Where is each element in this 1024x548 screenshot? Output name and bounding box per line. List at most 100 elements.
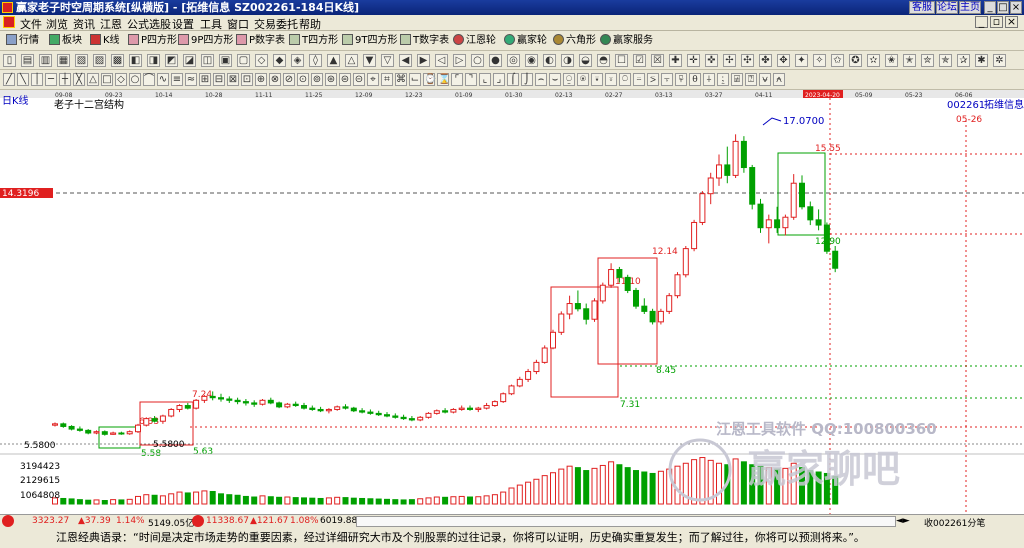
chart-area[interactable]: 09-08 09-23 10-14 10-28 11-11 11-25 12-09 12-23…	[0, 90, 1024, 514]
9p-square-button[interactable]: 9P四方形	[178, 34, 233, 48]
tool-icon-55[interactable]: ✱	[975, 54, 988, 67]
tool-icon-47[interactable]: ✩	[831, 54, 844, 67]
draw-tool-icon-42[interactable]: ⍟	[577, 73, 589, 86]
tool-icon-10[interactable]: ◩	[165, 54, 178, 67]
tool-icon-39[interactable]: ✛	[687, 54, 700, 67]
maximize-icon[interactable]: □	[997, 1, 1009, 14]
tool-icon-28[interactable]: ●	[489, 54, 502, 67]
tool-icon-37[interactable]: ☒	[651, 54, 664, 67]
kline-chart[interactable]: 09-08 09-23 10-14 10-28 11-11 11-25 12-09 12-23…	[0, 90, 1024, 514]
draw-tool-icon-49[interactable]: ⍫	[675, 73, 687, 86]
mdi-minimize-icon[interactable]: _	[975, 16, 988, 28]
homepage-button[interactable]: 主页	[959, 1, 981, 14]
draw-tool-icon-25[interactable]: ⊜	[339, 73, 351, 86]
draw-tool-icon-9[interactable]: ◇	[115, 73, 127, 86]
draw-tool-icon-5[interactable]: ┼	[59, 73, 71, 86]
draw-tool-icon-53[interactable]: ⍯	[731, 73, 743, 86]
tool-icon-6[interactable]: ▨	[93, 54, 106, 67]
tool-icon-40[interactable]: ✜	[705, 54, 718, 67]
tool-icon-21[interactable]: ▼	[363, 54, 376, 67]
draw-tool-icon-16[interactable]: ⊟	[213, 73, 225, 86]
quote-button[interactable]: 行情	[6, 34, 39, 48]
horizontal-scrollbar[interactable]	[356, 516, 896, 527]
tool-icon-24[interactable]: ▶	[417, 54, 430, 67]
winner-service-button[interactable]: 赢家服务	[600, 34, 653, 48]
close-icon[interactable]: ×	[1010, 1, 1022, 14]
draw-tool-icon-56[interactable]: ⍲	[773, 73, 785, 86]
draw-tool-icon-10[interactable]: ○	[129, 73, 141, 86]
menu-formula[interactable]: 公式选股	[127, 16, 171, 32]
draw-tool-icon-54[interactable]: ⍰	[745, 73, 757, 86]
draw-tool-icon-55[interactable]: ⍱	[759, 73, 771, 86]
gann-wheel-button[interactable]: 江恩轮	[453, 34, 496, 48]
tool-icon-17[interactable]: ◈	[291, 54, 304, 67]
tool-icon-18[interactable]: ◊	[309, 54, 322, 67]
draw-tool-icon-6[interactable]: ╳	[73, 73, 85, 86]
tool-icon-53[interactable]: ✯	[939, 54, 952, 67]
winner-wheel-button[interactable]: 赢家轮	[504, 34, 547, 48]
draw-tool-icon-21[interactable]: ⊘	[283, 73, 295, 86]
draw-tool-icon-33[interactable]: ⌜	[451, 73, 463, 86]
menu-gann[interactable]: 江恩	[100, 16, 122, 32]
draw-tool-icon-14[interactable]: ≈	[185, 73, 197, 86]
tool-icon-20[interactable]: △	[345, 54, 358, 67]
menu-tools[interactable]: 工具	[200, 16, 222, 32]
tool-icon-45[interactable]: ✦	[795, 54, 808, 67]
kline-button[interactable]: K线	[90, 34, 120, 48]
tool-icon-8[interactable]: ◧	[129, 54, 142, 67]
tool-icon-15[interactable]: ◇	[255, 54, 268, 67]
draw-tool-icon-47[interactable]: ⍩	[647, 73, 659, 86]
draw-tool-icon-28[interactable]: ⌗	[381, 73, 393, 86]
p-square-button[interactable]: P四方形	[128, 34, 177, 48]
tool-icon-13[interactable]: ▣	[219, 54, 232, 67]
tool-icon-43[interactable]: ✤	[759, 54, 772, 67]
mdi-restore-icon[interactable]: ▫	[990, 16, 1003, 28]
draw-tool-icon-46[interactable]: ⍨	[633, 73, 645, 86]
menu-trade[interactable]: 交易委托	[254, 16, 298, 32]
draw-tool-icon-22[interactable]: ⊙	[297, 73, 309, 86]
p-number-table-button[interactable]: P数字表	[236, 34, 285, 48]
draw-tool-icon-35[interactable]: ⌞	[479, 73, 491, 86]
sector-button[interactable]: 板块	[49, 34, 82, 48]
draw-tool-icon-19[interactable]: ⊕	[255, 73, 267, 86]
draw-tool-icon-40[interactable]: ⌣	[549, 73, 561, 86]
draw-tool-icon-8[interactable]: □	[101, 73, 113, 86]
draw-tool-icon-1[interactable]: ╱	[3, 73, 15, 86]
draw-tool-icon-45[interactable]: ⍥	[619, 73, 631, 86]
draw-tool-icon-3[interactable]: │	[31, 73, 43, 86]
t-square-button[interactable]: T四方形	[289, 34, 338, 48]
scroll-arrows-icon[interactable]: ◄►	[896, 516, 910, 526]
tool-icon-4[interactable]: ▦	[57, 54, 70, 67]
menu-file[interactable]: 文件	[20, 16, 42, 32]
draw-tool-icon-27[interactable]: ⌖	[367, 73, 379, 86]
mdi-close-icon[interactable]: ×	[1005, 16, 1018, 28]
tool-icon-12[interactable]: ◫	[201, 54, 214, 67]
tool-icon-27[interactable]: ○	[471, 54, 484, 67]
draw-tool-icon-50[interactable]: ⍬	[689, 73, 701, 86]
tool-icon-16[interactable]: ◆	[273, 54, 286, 67]
tool-icon-38[interactable]: ✚	[669, 54, 682, 67]
tool-icon-46[interactable]: ✧	[813, 54, 826, 67]
draw-tool-icon-51[interactable]: ⍭	[703, 73, 715, 86]
menu-news[interactable]: 资讯	[73, 16, 95, 32]
draw-tool-icon-32[interactable]: ⌛	[437, 73, 450, 86]
draw-tool-icon-29[interactable]: ⌘	[395, 73, 407, 86]
draw-tool-icon-34[interactable]: ⌝	[465, 73, 477, 86]
minimize-icon[interactable]: _	[984, 1, 996, 14]
draw-tool-icon-44[interactable]: ⍤	[605, 73, 617, 86]
draw-tool-icon-31[interactable]: ⌚	[423, 73, 436, 86]
tool-icon-48[interactable]: ✪	[849, 54, 862, 67]
tool-icon-36[interactable]: ☑	[633, 54, 646, 67]
draw-tool-icon-13[interactable]: ≡	[171, 73, 183, 86]
draw-tool-icon-48[interactable]: ⍪	[661, 73, 673, 86]
tool-icon-50[interactable]: ✬	[885, 54, 898, 67]
tool-icon-22[interactable]: ▽	[381, 54, 394, 67]
draw-tool-icon-43[interactable]: ⍣	[591, 73, 603, 86]
9t-square-button[interactable]: 9T四方形	[342, 34, 397, 48]
tool-icon-3[interactable]: ▥	[39, 54, 52, 67]
tool-icon-41[interactable]: ✢	[723, 54, 736, 67]
tool-icon-23[interactable]: ◀	[399, 54, 412, 67]
tool-icon-56[interactable]: ✲	[993, 54, 1006, 67]
tool-icon-52[interactable]: ✮	[921, 54, 934, 67]
draw-tool-icon-24[interactable]: ⊛	[325, 73, 337, 86]
